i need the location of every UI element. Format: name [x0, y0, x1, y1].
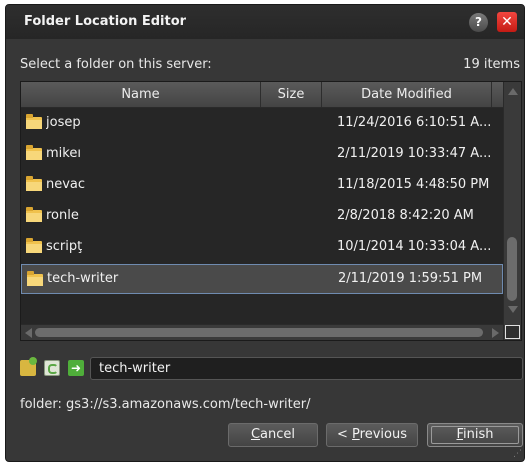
- new-folder-icon[interactable]: [20, 357, 37, 376]
- folder-name: tech-writer: [47, 271, 119, 286]
- cancel-label: ancel: [260, 427, 296, 442]
- list-item[interactable]: josep 11/24/2016 6:10:51 A...: [21, 108, 503, 139]
- list-item[interactable]: nevac 11/18/2015 4:48:50 PM: [21, 170, 503, 201]
- resize-grip-icon[interactable]: ⋰: [513, 449, 522, 459]
- previous-label: revious: [359, 427, 407, 442]
- list-item[interactable]: scripţ 10/1/2014 10:33:04 A...: [21, 232, 503, 263]
- date-modified: 2/11/2019 1:59:51 PM: [338, 271, 483, 286]
- folder-name-input[interactable]: tech-writer: [90, 357, 523, 380]
- folder-name: ronle: [46, 208, 79, 223]
- column-header-date-modified[interactable]: Date Modified: [322, 82, 492, 107]
- dialog-title: Folder Location Editor: [24, 14, 187, 29]
- selected-folder-path: folder: gs3://s3.amazonaws.com/tech-writ…: [20, 397, 311, 412]
- folder-icon: [27, 271, 43, 286]
- column-header-size[interactable]: Size: [261, 82, 322, 107]
- folder-name: josep: [46, 115, 81, 130]
- folder-icon: [26, 145, 42, 160]
- vertical-scrollbar[interactable]: [503, 82, 521, 340]
- scrollbar-corner: [505, 325, 520, 339]
- list-header: Name Size Date Modified: [21, 82, 503, 108]
- vertical-scroll-thumb[interactable]: [507, 237, 517, 301]
- list-rows: josep 11/24/2016 6:10:51 A... mikeı 2/11…: [21, 108, 503, 294]
- folder-icon: [26, 114, 42, 129]
- previous-prefix: <: [337, 427, 353, 442]
- item-count: 19 items: [463, 57, 520, 72]
- folder-prompt: Select a folder on this server:: [20, 57, 212, 72]
- date-modified: 10/1/2014 10:33:04 A...: [337, 239, 492, 254]
- folder-name: nevac: [46, 177, 86, 192]
- previous-accel: P: [352, 427, 360, 442]
- scroll-right-icon[interactable]: [492, 328, 499, 338]
- go-arrow-icon[interactable]: ➜: [68, 360, 84, 376]
- date-modified: 2/11/2019 10:33:47 A...: [337, 146, 492, 161]
- scroll-left-icon[interactable]: [25, 328, 32, 338]
- list-item-selected[interactable]: tech-writer 2/11/2019 1:59:51 PM: [21, 264, 503, 294]
- folder-name: scripţ: [46, 239, 83, 254]
- horizontal-scrollbar[interactable]: [21, 324, 503, 340]
- date-modified: 11/24/2016 6:10:51 A...: [337, 115, 492, 130]
- previous-button[interactable]: < Previous: [326, 423, 418, 447]
- close-button[interactable]: ✕: [497, 12, 517, 32]
- refresh-icon[interactable]: [44, 360, 60, 376]
- list-item[interactable]: ronle 2/8/2018 8:42:20 AM: [21, 201, 503, 232]
- date-modified: 11/18/2015 4:48:50 PM: [337, 177, 490, 192]
- date-modified: 2/8/2018 8:42:20 AM: [337, 208, 474, 223]
- folder-icon: [26, 207, 42, 222]
- scroll-up-icon[interactable]: [508, 88, 518, 95]
- title-bar[interactable]: Folder Location Editor ? ✕: [6, 5, 524, 39]
- cancel-accel: C: [250, 427, 261, 442]
- column-header-name[interactable]: Name: [21, 82, 261, 107]
- help-button[interactable]: ?: [469, 13, 488, 32]
- folder-name: mikeı: [46, 146, 81, 161]
- folder-icon: [26, 238, 42, 253]
- horizontal-scroll-thumb[interactable]: [35, 328, 483, 337]
- cancel-button[interactable]: Cancel: [228, 423, 318, 447]
- list-item[interactable]: mikeı 2/11/2019 10:33:47 A...: [21, 139, 503, 170]
- folder-icon: [26, 176, 42, 191]
- folder-list[interactable]: Name Size Date Modified josep 11/24/2016…: [20, 81, 522, 341]
- finish-focus-ring: [431, 426, 519, 444]
- folder-location-editor-dialog: Folder Location Editor ? ✕ Select a fold…: [5, 4, 525, 462]
- finish-button[interactable]: Finish: [427, 423, 523, 447]
- scroll-down-icon[interactable]: [508, 306, 518, 313]
